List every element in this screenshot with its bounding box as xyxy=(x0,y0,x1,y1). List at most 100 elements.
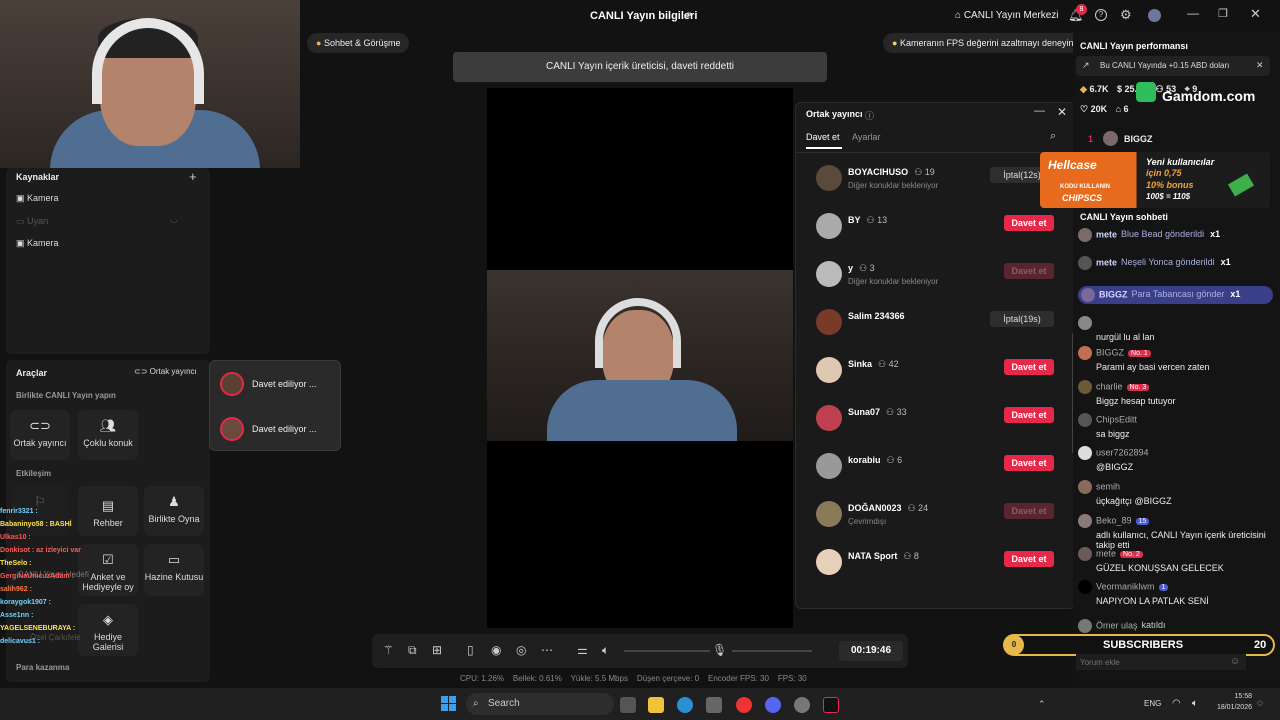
tool-play-together[interactable]: ♟ Birlikte Oyna xyxy=(144,486,204,536)
chat-text: @BIGGZ xyxy=(1096,462,1134,472)
close-icon[interactable]: ✕ xyxy=(1250,6,1261,22)
chat-message: Veormaniklwm 1 NAPIYON LA PATLAK SENİ xyxy=(1078,580,1273,606)
chat-username[interactable]: mete xyxy=(1096,257,1117,267)
tool-cohost[interactable]: ⊂⊃ Ortak yayıncı xyxy=(10,410,70,460)
gear-icon[interactable]: ⚙ xyxy=(1120,7,1132,23)
avatar xyxy=(1078,413,1092,427)
avatar[interactable] xyxy=(1148,9,1161,22)
mic-slider[interactable] xyxy=(732,650,812,652)
tab-invite[interactable]: Davet et xyxy=(806,132,840,142)
comment-input[interactable] xyxy=(1076,654,1246,670)
clock-date[interactable]: 18/01/2026 xyxy=(1210,704,1252,711)
maximize-icon[interactable]: ❐ xyxy=(1218,7,1228,20)
eye-off-icon[interactable]: ◡ xyxy=(170,214,178,225)
rank-badge: No. 1 xyxy=(1128,350,1151,358)
chat-text: Neşeli Yonca gönderildi xyxy=(1121,257,1215,268)
chat-username[interactable]: Veormaniklwm xyxy=(1096,581,1155,591)
tiktok-live-icon[interactable] xyxy=(823,697,839,713)
chat-username[interactable]: Beko_89 xyxy=(1096,515,1132,525)
notifications-icon[interactable]: ◌ xyxy=(1257,698,1263,709)
discord-icon[interactable] xyxy=(765,697,781,713)
effects-icon[interactable]: ⧉ xyxy=(408,643,417,658)
avatar xyxy=(816,357,842,383)
chat-call-chip[interactable]: ● Sohbet & Görüşme xyxy=(307,33,410,53)
minimize-icon[interactable]: — xyxy=(1034,105,1045,117)
source-item-camera[interactable]: ▣ Kamera xyxy=(16,193,59,204)
chrome-icon[interactable] xyxy=(736,697,752,713)
tray-chevron-icon[interactable]: ⌃ xyxy=(1038,699,1046,710)
invite-button[interactable]: Davet et xyxy=(1004,503,1054,519)
wifi-icon[interactable]: ◠ xyxy=(1172,698,1181,709)
follower-count-value: 24 xyxy=(918,503,929,513)
invite-button[interactable]: Davet et xyxy=(1004,407,1054,423)
chat-message: semih üçkağıtçı @BIGGZ xyxy=(1078,480,1273,506)
chat-username[interactable]: ChipsEditt xyxy=(1096,414,1137,424)
emoji-icon[interactable]: ☺ xyxy=(1230,656,1240,667)
overlay-chat: fenrir3321 : Babaninyo58 : BASHİ Ulkas10… xyxy=(0,508,100,651)
link-icon: ⊂⊃ xyxy=(29,418,51,433)
cancel-invite-button[interactable]: İptal(19s) xyxy=(990,311,1054,327)
task-view-icon[interactable] xyxy=(620,697,636,713)
store-icon[interactable] xyxy=(706,697,722,713)
phone-icon[interactable]: ▯ xyxy=(467,643,474,657)
taskbar-search[interactable]: ⌕ Search xyxy=(466,693,614,715)
mic-icon[interactable]: 🎙︎ xyxy=(712,643,727,657)
chat-username[interactable]: semih xyxy=(1096,481,1120,491)
clock-time[interactable]: 15:58 xyxy=(1230,693,1252,700)
invite-button[interactable]: Davet et xyxy=(1004,551,1054,567)
tab-settings[interactable]: Ayarlar xyxy=(852,132,880,142)
close-icon[interactable]: ✕ xyxy=(1057,105,1067,119)
inviting-popover: Davet ediliyor ... Davet ediliyor ... xyxy=(209,360,341,451)
invite-button[interactable]: Davet et xyxy=(1004,215,1054,231)
tool-multi-guest[interactable]: 👥︎ Çoklu konuk xyxy=(78,410,138,460)
search-icon[interactable]: ⌕ xyxy=(1050,130,1056,143)
cohost-title: Ortak yayıncı xyxy=(806,109,863,119)
invite-button[interactable]: Davet et xyxy=(1004,455,1054,471)
cohost-name: DOĞAN0023 ⚇ 24 xyxy=(848,503,928,514)
file-explorer-icon[interactable] xyxy=(648,697,664,713)
magic-wand-icon[interactable]: ⚚ xyxy=(383,643,394,657)
camera-toggle-icon[interactable]: ◎ xyxy=(516,643,526,657)
together-title: Birlikte CANLI Yayın yapın xyxy=(16,391,116,400)
avatar xyxy=(1103,131,1118,146)
avatar xyxy=(1078,380,1092,394)
window-title[interactable]: CANLI Yayın bilgileri xyxy=(590,10,697,22)
cohost-shortcut[interactable]: ⊂⊃ Ortak yayıncı xyxy=(134,367,197,376)
volume-icon[interactable]: 🔈︎ xyxy=(602,643,609,658)
windows-start-icon[interactable] xyxy=(441,696,456,711)
chat-username[interactable]: Ömer ulaş xyxy=(1096,620,1138,630)
chat-username[interactable]: BIGGZ xyxy=(1099,289,1128,299)
chat-username[interactable]: mete xyxy=(1096,229,1117,239)
source-item-alert[interactable]: ▭ Uyarı xyxy=(16,216,49,227)
source-label: Uyarı xyxy=(27,216,49,226)
info-icon[interactable]: ⓘ xyxy=(865,109,874,122)
chat-username[interactable]: charlie xyxy=(1096,381,1123,391)
language-indicator[interactable]: ENG xyxy=(1144,699,1161,708)
share-icon[interactable]: ⇗ xyxy=(683,9,692,22)
tab-indicator xyxy=(806,147,842,149)
layout-icon[interactable]: ⊞ xyxy=(432,643,442,657)
speaker-icon[interactable]: 🔈︎ xyxy=(1192,698,1198,709)
cohost-name-text: BOYACIHUSO xyxy=(848,167,909,177)
source-item-camera-2[interactable]: ▣ Kamera xyxy=(16,238,59,249)
add-source-icon[interactable]: + xyxy=(189,169,197,184)
invite-button[interactable]: Davet et xyxy=(1004,359,1054,375)
chat-username[interactable]: mete xyxy=(1096,548,1116,558)
close-icon[interactable]: ✕ xyxy=(1256,60,1264,71)
cpu-status: CPU: 1.26% xyxy=(460,674,505,683)
chat-username[interactable]: BIGGZ xyxy=(1096,347,1124,357)
invite-button[interactable]: Davet et xyxy=(1004,263,1054,279)
live-center-button[interactable]: ⌂ CANLI Yayın Merkezi xyxy=(955,10,1059,21)
help-icon[interactable]: ? xyxy=(1095,9,1107,21)
search-label: Search xyxy=(488,698,520,709)
more-icon[interactable]: ⋯ xyxy=(541,643,553,657)
record-icon[interactable]: ◉ xyxy=(491,643,501,657)
volume-slider[interactable] xyxy=(624,650,710,652)
minimize-icon[interactable]: — xyxy=(1187,6,1199,20)
chat-username[interactable]: user7262894 xyxy=(1096,447,1149,457)
app-icon[interactable] xyxy=(794,697,810,713)
fps-tip-chip[interactable]: ● Kameranın FPS değerini azaltmayı deney… xyxy=(883,33,1083,53)
tool-treasure[interactable]: ▭ Hazine Kutusu xyxy=(144,544,204,596)
edge-icon[interactable] xyxy=(677,697,693,713)
sliders-icon[interactable]: ⚌ xyxy=(577,643,588,657)
